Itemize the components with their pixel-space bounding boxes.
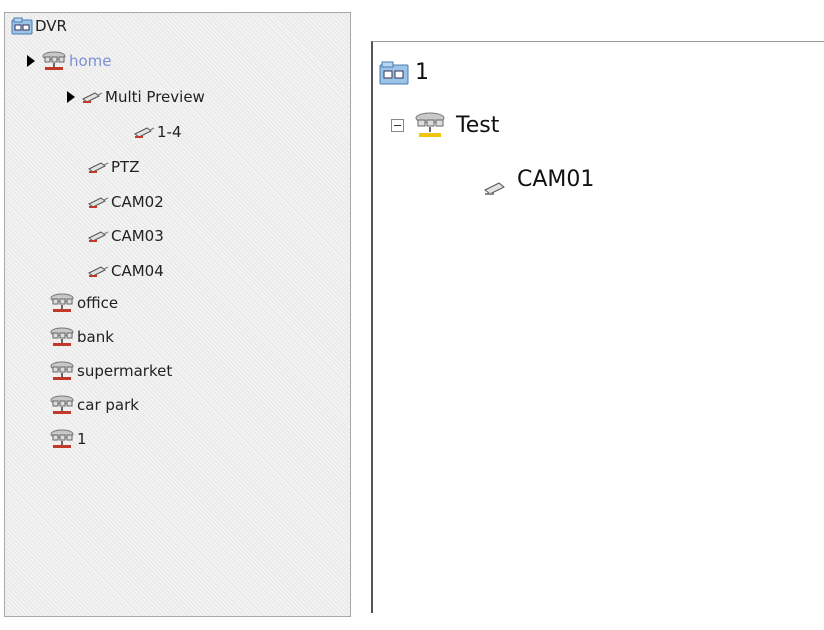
tree-item-office[interactable]: office (49, 292, 118, 314)
camera-icon (88, 231, 109, 242)
tree-item-cam03[interactable]: CAM03 (87, 225, 164, 247)
tree-item-label: CAM02 (111, 193, 164, 211)
tree-item-bank[interactable]: bank (49, 326, 114, 348)
dvr-folder-icon (379, 61, 409, 84)
tree-root-dvr[interactable]: DVR (11, 15, 67, 37)
tree-item-label: office (77, 294, 119, 312)
network-group-icon (50, 429, 74, 448)
network-group-icon (50, 327, 74, 346)
camera-icon (88, 197, 109, 208)
camera-icon (134, 127, 155, 138)
tree-item-label: CAM04 (111, 262, 164, 280)
tree-item-cam02[interactable]: CAM02 (87, 191, 164, 213)
network-group-icon (415, 112, 445, 137)
tree-item-1-4[interactable]: 1-4 (133, 121, 182, 143)
tree-item-label: 1 (77, 430, 87, 448)
network-group-icon (50, 395, 74, 414)
device-tree-panel: DVR home Multi Preview 1-4 PTZ CAM02 CAM… (4, 12, 351, 617)
tree-root-label: 1 (415, 60, 429, 85)
tree-item-test[interactable]: Test (391, 112, 499, 138)
expand-arrow-icon[interactable] (67, 91, 75, 103)
camera-icon (82, 92, 103, 103)
tree-item-label: car park (77, 396, 139, 414)
tree-item-cam04[interactable]: CAM04 (87, 260, 164, 282)
tree-item-label: Multi Preview (105, 88, 205, 106)
collapse-toggle-icon[interactable] (391, 118, 404, 132)
expand-arrow-icon[interactable] (27, 55, 35, 67)
tree-item-label: PTZ (111, 158, 140, 176)
tree-item-1[interactable]: 1 (49, 428, 87, 450)
camera-icon (88, 266, 109, 277)
tree-item-car-park[interactable]: car park (49, 394, 139, 416)
tree-item-home[interactable]: home (27, 50, 112, 72)
tree-item-ptz[interactable]: PTZ (87, 156, 139, 178)
tree-item-label: CAM03 (111, 227, 164, 245)
tree-item-cam01[interactable]: CAM01 (483, 160, 594, 198)
tree-item-supermarket[interactable]: supermarket (49, 360, 172, 382)
tree-item-label: supermarket (77, 362, 173, 380)
network-group-icon (50, 293, 74, 312)
network-group-icon (50, 361, 74, 380)
selected-tree-panel: 1 Test CAM01 (371, 41, 824, 613)
dvr-folder-icon (11, 17, 33, 35)
tree-item-label: bank (77, 328, 114, 346)
network-group-icon (42, 51, 66, 70)
tree-item-label: CAM01 (517, 166, 595, 192)
tree-root-1[interactable]: 1 (379, 60, 429, 85)
tree-root-label: DVR (35, 17, 67, 35)
tree-item-label: home (69, 52, 112, 70)
camera-icon (484, 182, 505, 195)
tree-item-multi-preview[interactable]: Multi Preview (67, 86, 205, 108)
tree-item-label: 1-4 (157, 123, 182, 141)
tree-item-label: Test (456, 112, 500, 138)
camera-icon (88, 162, 109, 173)
